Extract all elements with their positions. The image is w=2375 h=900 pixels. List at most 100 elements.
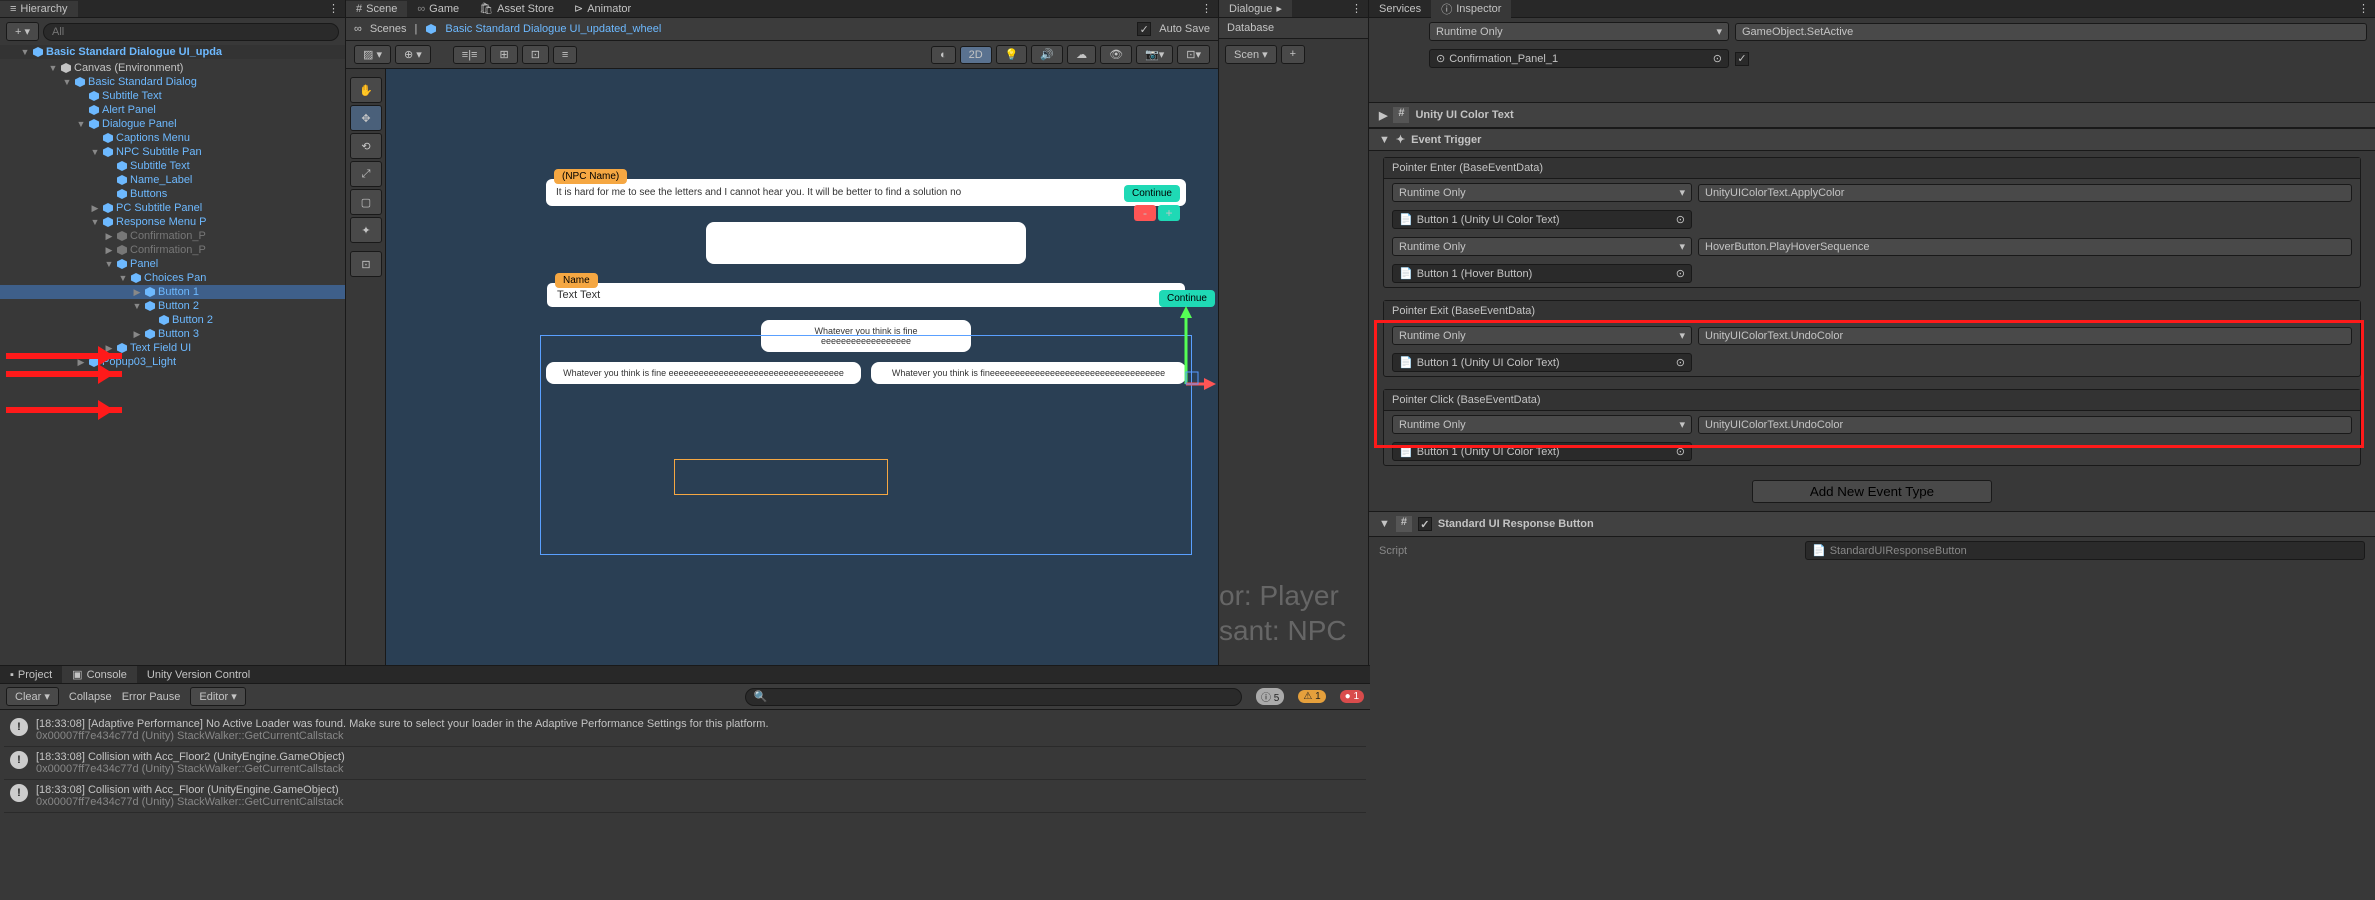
enable-checkbox[interactable]: ✓ — [1418, 517, 1432, 531]
callstate-dropdown[interactable]: Runtime Only▾ — [1392, 183, 1692, 202]
component-std-response[interactable]: ▼# ✓ Standard UI Response Button — [1369, 511, 2375, 537]
object-field[interactable]: 📄Button 1 (Hover Button)⊙ — [1392, 264, 1692, 283]
tab-console[interactable]: ▣ Console — [62, 666, 137, 683]
hierarchy-item[interactable]: ▶Button 1 — [0, 285, 345, 299]
panel-menu-icon[interactable]: ⋮ — [1345, 2, 1368, 15]
continue-button[interactable]: Continue — [1124, 185, 1180, 202]
hierarchy-search-input[interactable] — [43, 23, 339, 41]
tab-animator[interactable]: ⊳ Animator — [564, 0, 641, 17]
component-unity-ui-color[interactable]: ▶# Unity UI Color Text — [1369, 102, 2375, 128]
choice-button-1[interactable]: Whatever you think is fine eeeeeeeeeeeee… — [761, 320, 971, 352]
rotate-tool-icon[interactable]: ⟲ — [350, 133, 382, 159]
visibility-icon[interactable]: 👁 — [1100, 45, 1132, 64]
lighting-icon[interactable]: 💡 — [996, 45, 1028, 64]
hierarchy-item[interactable]: ▼Button 2 — [0, 299, 345, 313]
scene-root[interactable]: ▼ Basic Standard Dialogue UI_upda — [0, 45, 345, 59]
log-item[interactable]: ![18:33:08] Collision with Acc_Floor2 (U… — [4, 747, 1366, 780]
hierarchy-item[interactable]: Name_Label — [0, 173, 345, 187]
camera-icon[interactable]: 📷▾ — [1136, 45, 1173, 64]
tab-scene[interactable]: # Scene — [346, 1, 407, 17]
move-gizmo-icon[interactable] — [1176, 304, 1216, 394]
hierarchy-item[interactable]: ▶Button 3 — [0, 327, 345, 341]
callstate-dropdown[interactable]: Runtime Only▾ — [1429, 22, 1729, 41]
choice-button-2[interactable]: Whatever you think is fine eeeeeeeeeeeee… — [546, 362, 861, 384]
error-badge[interactable]: ● 1 — [1340, 690, 1364, 703]
toolbar-icon[interactable]: ⊡ — [522, 45, 549, 64]
tab-inspector[interactable]: ⓘ Inspector — [1431, 0, 1511, 19]
error-pause-toggle[interactable]: Error Pause — [122, 691, 181, 703]
callstate-dropdown[interactable]: Runtime Only▾ — [1392, 237, 1692, 256]
hand-tool-icon[interactable]: ✋ — [350, 77, 382, 103]
tab-project[interactable]: ▪ Project — [0, 667, 62, 683]
object-field[interactable]: 📄Button 1 (Unity UI Color Text)⊙ — [1392, 210, 1692, 229]
toolbar-icon[interactable]: ≡|≡ — [453, 46, 487, 64]
function-dropdown[interactable]: GameObject.SetActive — [1735, 23, 2367, 41]
shading-mode-button[interactable]: ▨ ▾ — [354, 45, 391, 64]
tab-asset-store[interactable]: 🛍 Asset Store — [469, 0, 564, 17]
create-button[interactable]: + ▾ — [6, 22, 39, 41]
plus-button[interactable]: + — [1158, 205, 1180, 221]
log-item[interactable]: ![18:33:08] [Adaptive Performance] No Ac… — [4, 714, 1366, 747]
hierarchy-item[interactable]: ▼Panel — [0, 257, 345, 271]
hierarchy-item[interactable]: Alert Panel — [0, 103, 345, 117]
choice-button-3[interactable]: Whatever you think is fineeeeeeeeeeeeeee… — [871, 362, 1186, 384]
panel-menu-icon[interactable]: ⋮ — [322, 2, 345, 15]
callstate-dropdown[interactable]: Runtime Only▾ — [1392, 415, 1692, 434]
hierarchy-item[interactable]: Button 2 — [0, 313, 345, 327]
draw-mode-button[interactable]: ⊕ ▾ — [395, 45, 431, 64]
toolbar-icon[interactable]: ◐ — [931, 46, 956, 64]
tab-game[interactable]: ∞ Game — [407, 1, 469, 17]
component-event-trigger[interactable]: ▼✦ Event Trigger — [1369, 128, 2375, 151]
scale-tool-icon[interactable]: ⤢ — [350, 161, 382, 187]
clear-button[interactable]: Clear ▾ — [6, 687, 59, 706]
tab-uvc[interactable]: Unity Version Control — [137, 667, 260, 683]
breadcrumb-scenes[interactable]: Scenes — [370, 23, 407, 35]
rect-tool-icon[interactable]: ▢ — [350, 189, 382, 215]
hierarchy-item[interactable]: Subtitle Text — [0, 159, 345, 173]
hierarchy-item[interactable]: Buttons — [0, 187, 345, 201]
hierarchy-item[interactable]: ▼Basic Standard Dialog — [0, 75, 345, 89]
hierarchy-item[interactable]: ▼NPC Subtitle Pan — [0, 145, 345, 159]
hierarchy-item[interactable]: ▶Confirmation_P — [0, 243, 345, 257]
move-tool-icon[interactable]: ✥ — [350, 105, 382, 131]
function-dropdown[interactable]: HoverButton.PlayHoverSequence — [1698, 238, 2352, 256]
console-search-input[interactable] — [745, 688, 1242, 706]
log-item[interactable]: ![18:33:08] Collision with Acc_Floor (Un… — [4, 780, 1366, 813]
gizmos-icon[interactable]: ⊡▾ — [1177, 45, 1210, 64]
editor-dropdown[interactable]: Editor ▾ — [190, 687, 245, 706]
callstate-dropdown[interactable]: Runtime Only▾ — [1392, 326, 1692, 345]
custom-tool-icon[interactable]: ⊡ — [350, 251, 382, 277]
collapse-toggle[interactable]: Collapse — [69, 691, 112, 703]
hierarchy-item[interactable]: ▶PC Subtitle Panel — [0, 201, 345, 215]
hierarchy-item[interactable]: ▼Canvas (Environment) — [0, 61, 345, 75]
info-badge[interactable]: ⓘ 5 — [1256, 688, 1284, 705]
function-dropdown[interactable]: UnityUIColorText.UndoColor — [1698, 327, 2352, 345]
add-event-button[interactable]: Add New Event Type — [1752, 480, 1992, 503]
function-dropdown[interactable]: UnityUIColorText.ApplyColor — [1698, 184, 2352, 202]
fx-icon[interactable]: ☁ — [1067, 45, 1096, 64]
hierarchy-item[interactable]: ▶Confirmation_P — [0, 229, 345, 243]
autosave-checkbox[interactable]: ✓ — [1137, 22, 1151, 36]
transform-tool-icon[interactable]: ✦ — [350, 217, 382, 243]
object-field[interactable]: ⊙Confirmation_Panel_1⊙ — [1429, 49, 1729, 68]
hierarchy-item[interactable]: ▶Popup03_Light — [0, 355, 345, 369]
audio-icon[interactable]: 🔊 — [1031, 45, 1063, 64]
scene-dropdown[interactable]: Scen ▾ — [1225, 45, 1277, 64]
minus-button[interactable]: - — [1134, 205, 1156, 221]
breadcrumb-asset[interactable]: Basic Standard Dialogue UI_updated_wheel — [445, 23, 661, 35]
hierarchy-item[interactable]: ▼Choices Pan — [0, 271, 345, 285]
bool-checkbox[interactable]: ✓ — [1735, 52, 1749, 66]
hierarchy-item[interactable]: ▼Dialogue Panel — [0, 117, 345, 131]
object-field[interactable]: 📄Button 1 (Unity UI Color Text)⊙ — [1392, 442, 1692, 461]
hierarchy-item[interactable]: ▶Text Field UI — [0, 341, 345, 355]
warn-badge[interactable]: ⚠ 1 — [1298, 690, 1325, 703]
toolbar-icon[interactable]: ≡ — [553, 46, 577, 64]
tab-services[interactable]: Services — [1369, 1, 1431, 17]
tab-dialogue[interactable]: Dialogue ▸ — [1219, 0, 1292, 17]
toolbar-icon[interactable]: ⊞ — [490, 45, 517, 64]
add-button[interactable]: + — [1281, 45, 1305, 64]
hierarchy-item[interactable]: ▼Response Menu P — [0, 215, 345, 229]
hierarchy-item[interactable]: Subtitle Text — [0, 89, 345, 103]
function-dropdown[interactable]: UnityUIColorText.UndoColor — [1698, 416, 2352, 434]
object-field[interactable]: 📄Button 1 (Unity UI Color Text)⊙ — [1392, 353, 1692, 372]
